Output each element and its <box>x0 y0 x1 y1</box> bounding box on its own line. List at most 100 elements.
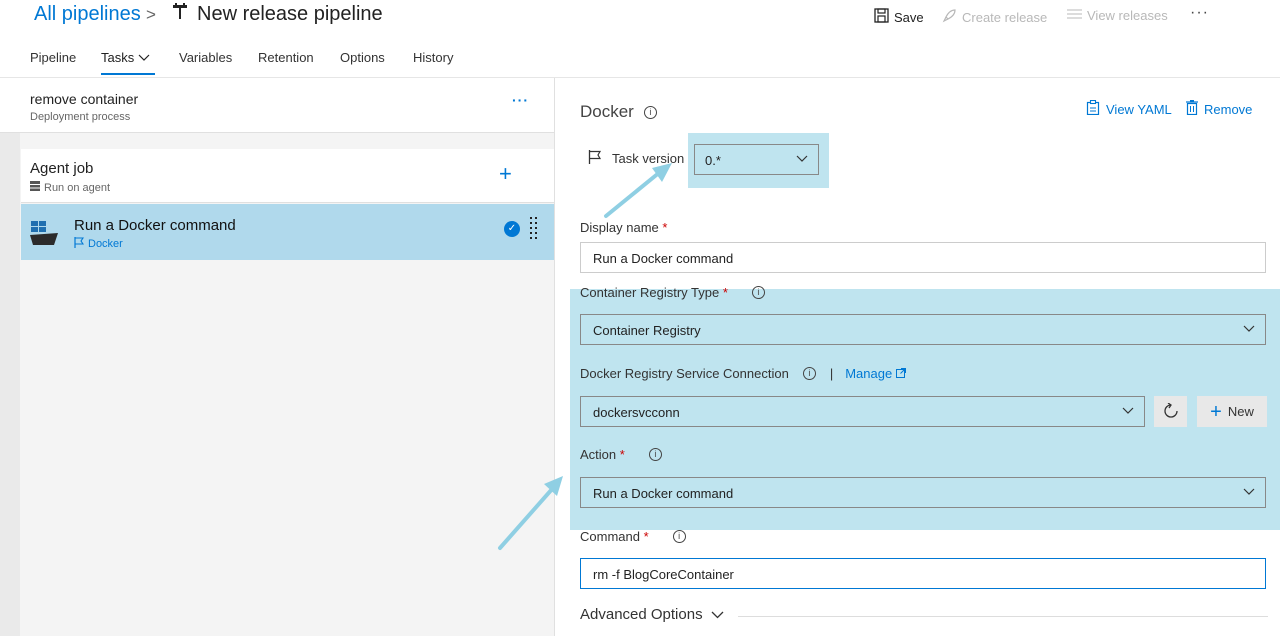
chevron-down-icon <box>796 154 808 166</box>
flag-icon <box>74 237 85 251</box>
required-mark: * <box>619 447 625 462</box>
manage-link[interactable]: Manage <box>845 366 907 381</box>
task-subtitle: Docker <box>74 237 123 251</box>
page-title: New release pipeline <box>197 3 383 25</box>
view-releases-label: View releases <box>1087 8 1168 23</box>
external-link-icon <box>896 366 907 381</box>
remove-task-link[interactable]: Remove <box>1186 100 1252 118</box>
tab-tasks-label: Tasks <box>101 50 135 65</box>
registry-type-label: Container Registry Type * i <box>580 285 765 300</box>
chevron-down-icon <box>711 606 724 623</box>
list-icon <box>1067 8 1082 23</box>
add-task-button[interactable]: + <box>499 161 512 187</box>
display-name-label: Display name * <box>580 220 667 235</box>
flag-icon <box>588 150 602 167</box>
task-details-panel: Docker i View YAML Remove Task version 0… <box>556 78 1280 636</box>
service-connection-label-text: Docker Registry Service Connection <box>580 366 789 381</box>
enabled-check-icon[interactable]: ✓ <box>504 221 520 237</box>
page-header: All pipelines > New release pipeline Sav… <box>0 0 1280 32</box>
tab-variables[interactable]: Variables <box>179 50 232 65</box>
clipboard-icon <box>1086 99 1100 118</box>
command-label-text: Command <box>580 529 640 544</box>
trash-icon <box>1186 100 1198 118</box>
agent-job-subtitle: Run on agent <box>30 181 110 194</box>
display-name-input[interactable]: Run a Docker command <box>580 242 1266 273</box>
registry-type-select[interactable]: Container Registry <box>580 314 1266 345</box>
tab-history[interactable]: History <box>413 50 453 65</box>
chevron-down-icon <box>1122 406 1134 418</box>
task-version-text: Task version <box>612 151 685 166</box>
registry-type-value: Container Registry <box>593 323 701 338</box>
action-label-text: Action <box>580 447 617 462</box>
info-icon[interactable]: i <box>648 448 662 461</box>
action-value: Run a Docker command <box>593 486 734 501</box>
save-button[interactable]: Save <box>874 8 924 26</box>
command-label: Command * i <box>580 529 686 544</box>
plus-icon: + <box>1210 400 1222 423</box>
tab-options[interactable]: Options <box>340 50 385 65</box>
task-subtitle-text: Docker <box>88 238 123 250</box>
required-mark: * <box>662 220 668 235</box>
view-releases-button[interactable]: View releases <box>1067 8 1168 23</box>
service-connection-value: dockersvcconn <box>593 405 680 420</box>
save-icon <box>874 8 889 26</box>
deployment-process-header[interactable]: remove container Deployment process ··· <box>0 78 554 133</box>
refresh-button[interactable] <box>1154 396 1187 427</box>
tab-retention[interactable]: Retention <box>258 50 314 65</box>
remove-label: Remove <box>1204 101 1253 117</box>
process-name: remove container <box>30 91 139 107</box>
agent-job[interactable]: Agent job Run on agent + <box>21 149 554 203</box>
agent-job-title: Agent job <box>30 160 94 177</box>
action-label: Action * i <box>580 447 662 462</box>
display-name-label-text: Display name <box>580 220 659 235</box>
server-icon <box>30 181 40 194</box>
more-actions-button[interactable]: ··· <box>1190 4 1209 22</box>
info-icon[interactable]: i <box>672 530 686 543</box>
save-label: Save <box>894 9 924 25</box>
task-version-select[interactable]: 0.* <box>694 144 819 175</box>
advanced-options-toggle[interactable]: Advanced Options <box>580 606 724 623</box>
registry-type-label-text: Container Registry Type <box>580 285 720 300</box>
info-icon[interactable]: i <box>802 367 816 380</box>
advanced-options-label: Advanced Options <box>580 606 703 623</box>
breadcrumb-separator: > <box>146 5 156 24</box>
create-release-label: Create release <box>962 9 1048 25</box>
view-yaml-label: View YAML <box>1106 101 1172 117</box>
task-list-panel: remove container Deployment process ··· … <box>0 78 555 636</box>
advanced-divider <box>738 616 1268 617</box>
view-yaml-link[interactable]: View YAML <box>1086 99 1172 118</box>
info-icon[interactable]: i <box>751 286 765 299</box>
task-title: Run a Docker command <box>74 217 236 234</box>
tab-tasks[interactable]: Tasks <box>101 50 150 65</box>
rocket-icon <box>942 8 957 26</box>
separator: | <box>829 366 834 381</box>
panel-title-text: Docker <box>580 102 634 121</box>
pipeline-tabs: Pipeline Tasks Variables Retention Optio… <box>0 46 1280 78</box>
action-select[interactable]: Run a Docker command <box>580 477 1266 508</box>
manage-label: Manage <box>845 366 893 381</box>
agent-job-subtitle-text: Run on agent <box>44 181 111 194</box>
docker-icon <box>29 218 59 248</box>
left-gutter <box>0 133 20 636</box>
release-pipeline-icon <box>172 3 188 26</box>
tab-pipeline[interactable]: Pipeline <box>30 50 76 65</box>
create-release-button[interactable]: Create release <box>942 8 1047 26</box>
info-icon[interactable]: i <box>643 105 657 119</box>
panel-title: Docker i <box>580 102 657 122</box>
active-tab-indicator <box>101 73 155 75</box>
process-more-button[interactable]: ··· <box>512 92 529 108</box>
required-mark: * <box>722 285 728 300</box>
chevron-down-icon <box>138 50 150 65</box>
task-item-docker[interactable]: Run a Docker command Docker ✓ <box>21 204 554 260</box>
service-connection-select[interactable]: dockersvcconn <box>580 396 1145 427</box>
breadcrumb-all-pipelines[interactable]: All pipelines <box>34 3 141 26</box>
new-connection-button[interactable]: + New <box>1197 396 1267 427</box>
service-connection-label: Docker Registry Service Connection i | M… <box>580 366 907 381</box>
chevron-down-icon <box>1243 487 1255 499</box>
chevron-down-icon <box>1243 324 1255 336</box>
required-mark: * <box>643 529 649 544</box>
task-version-value: 0.* <box>705 153 721 168</box>
drag-handle-icon[interactable] <box>529 215 539 245</box>
command-input[interactable]: rm -f BlogCoreContainer <box>580 558 1266 589</box>
process-subtitle: Deployment process <box>30 111 131 123</box>
